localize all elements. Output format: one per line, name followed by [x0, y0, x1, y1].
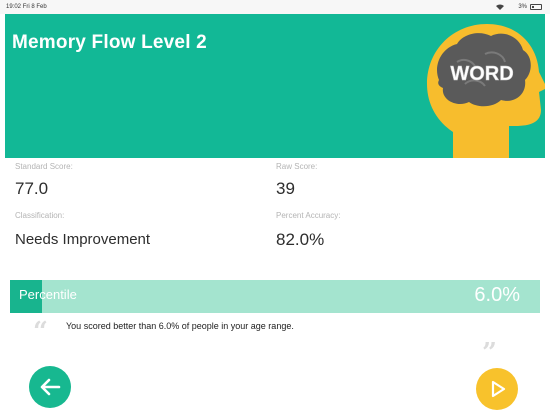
classification-label: Classification:	[15, 211, 65, 220]
back-button[interactable]	[29, 366, 71, 408]
percent-accuracy-value: 82.0%	[276, 230, 325, 249]
status-battery-group: 3%	[518, 4, 542, 10]
header-banner: Memory Flow Level 2 WORD	[5, 14, 545, 158]
standard-score-value: 77.0	[15, 179, 49, 198]
percentile-bar: Percentile 6.0%	[10, 280, 540, 313]
battery-percent: 3%	[518, 4, 527, 10]
open-quote-icon: “	[33, 317, 48, 347]
raw-score-value: 39	[276, 179, 295, 198]
percentile-label: Percentile	[19, 287, 77, 302]
percentile-message: You scored better than 6.0% of people in…	[66, 321, 294, 331]
status-bar: 19:02 Fri 8 Feb 3%	[0, 0, 550, 14]
percent-accuracy-label: Percent Accuracy:	[276, 211, 341, 220]
play-triangle-icon	[491, 380, 506, 398]
close-quote-icon: ”	[482, 338, 497, 368]
status-time: 19:02 Fri 8 Feb	[6, 4, 47, 10]
arrow-left-icon	[40, 378, 61, 396]
classification-value: Needs Improvement	[15, 231, 151, 248]
battery-icon	[530, 4, 542, 10]
standard-score-label: Standard Score:	[15, 162, 73, 171]
wifi-icon	[495, 3, 505, 13]
logo-word-text: WORD	[450, 63, 513, 85]
status-time-text: 19:02	[6, 4, 22, 10]
next-button[interactable]	[476, 368, 518, 410]
status-date-text: Fri 8 Feb	[22, 4, 47, 10]
percentile-value: 6.0%	[474, 284, 520, 306]
page-title: Memory Flow Level 2	[12, 32, 207, 53]
raw-score-label: Raw Score:	[276, 162, 318, 171]
head-brain-logo: WORD	[427, 24, 545, 158]
